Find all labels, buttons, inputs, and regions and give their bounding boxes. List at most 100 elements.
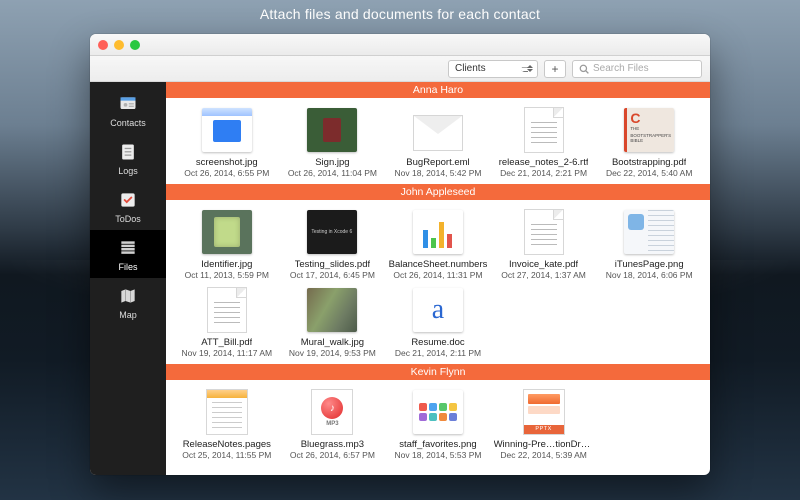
map-icon [117, 285, 139, 307]
file-item[interactable]: Invoice_kate.pdfOct 27, 2014, 1:37 AM [493, 208, 595, 280]
pdf-thumbnail: CTHEBOOTSTRAPPER'S BIBLE [624, 108, 674, 152]
contacts-icon [117, 93, 139, 115]
todos-icon [117, 189, 139, 211]
slides-thumbnail: Testing in Xcode 6 [307, 210, 357, 254]
file-name: BalanceSheet.numbers [389, 259, 488, 270]
sidebar-item-label: Map [119, 310, 137, 320]
sidebar-item-files[interactable]: Files [90, 230, 166, 278]
file-name: Resume.doc [411, 337, 464, 348]
file-item[interactable]: Identifier.jpgOct 11, 2013, 5:59 PM [176, 208, 278, 280]
close-icon[interactable] [98, 40, 108, 50]
toolbar: Clients + Search Files [90, 56, 710, 82]
word-doc-icon: a [413, 288, 463, 332]
audio-icon: ♪MP3 [311, 389, 353, 435]
file-date: Oct 26, 2014, 6:55 PM [184, 168, 269, 178]
pptx-icon: PPTX [523, 389, 565, 435]
document-icon [524, 209, 564, 255]
mail-icon [413, 115, 463, 151]
sidebar-item-label: Logs [118, 166, 138, 176]
file-date: Nov 18, 2014, 6:06 PM [606, 270, 693, 280]
file-item[interactable]: Mural_walk.jpgNov 19, 2014, 9:53 PM [282, 286, 384, 358]
file-name: Winning-Pre…tionDraft.pptx [494, 439, 594, 450]
promo-banner: Attach files and documents for each cont… [0, 0, 800, 28]
file-name: Sign.jpg [315, 157, 349, 168]
search-icon [579, 64, 589, 74]
file-name: BugReport.eml [406, 157, 469, 168]
file-date: Oct 25, 2014, 11:55 PM [182, 450, 271, 460]
file-date: Nov 18, 2014, 5:53 PM [395, 450, 482, 460]
file-name: Bootstrapping.pdf [612, 157, 686, 168]
file-date: Dec 22, 2014, 5:40 AM [606, 168, 692, 178]
sidebar-item-label: Files [118, 262, 137, 272]
file-name: ReleaseNotes.pages [183, 439, 271, 450]
zoom-icon[interactable] [130, 40, 140, 50]
file-item[interactable]: Testing in Xcode 6 Testing_slides.pdfOct … [282, 208, 384, 280]
file-item[interactable]: iTunesPage.pngNov 18, 2014, 6:06 PM [598, 208, 700, 280]
app-window: Clients + Search Files Contacts Logs ToDos… [90, 34, 710, 475]
file-item[interactable]: BugReport.emlNov 18, 2014, 5:42 PM [387, 106, 489, 178]
file-name: staff_favorites.png [399, 439, 476, 450]
photo-thumbnail [202, 210, 252, 254]
file-name: Mural_walk.jpg [301, 337, 364, 348]
contact-section-header: Kevin Flynn [166, 364, 710, 380]
chevron-updown-icon [527, 65, 533, 72]
file-item[interactable]: a Resume.docDec 21, 2014, 2:11 PM [387, 286, 489, 358]
file-date: Oct 26, 2014, 6:57 PM [290, 450, 375, 460]
minimize-icon[interactable] [114, 40, 124, 50]
group-selector[interactable]: Clients [448, 60, 538, 78]
document-icon [524, 107, 564, 153]
file-name: release_notes_2-6.rtf [499, 157, 589, 168]
sidebar-item-label: Contacts [110, 118, 146, 128]
sidebar-item-label: ToDos [115, 214, 141, 224]
sidebar-item-map[interactable]: Map [90, 278, 166, 326]
file-grid: screenshot.jpgOct 26, 2014, 6:55 PMSign.… [166, 98, 710, 184]
group-selector-value: Clients [455, 63, 486, 74]
logs-icon [117, 141, 139, 163]
file-date: Nov 19, 2014, 9:53 PM [289, 348, 376, 358]
file-item[interactable]: Sign.jpgOct 26, 2014, 11:04 PM [282, 106, 384, 178]
file-date: Oct 11, 2013, 5:59 PM [185, 270, 269, 280]
file-item[interactable]: ♪MP3Bluegrass.mp3Oct 26, 2014, 6:57 PM [282, 388, 384, 460]
sidebar-item-logs[interactable]: Logs [90, 134, 166, 182]
file-name: Invoice_kate.pdf [509, 259, 578, 270]
file-content[interactable]: Anna Haroscreenshot.jpgOct 26, 2014, 6:5… [166, 82, 710, 475]
photo-thumbnail [307, 288, 357, 332]
contact-section-header: Anna Haro [166, 82, 710, 98]
file-item[interactable]: ATT_Bill.pdfNov 19, 2014, 11:17 AM [176, 286, 278, 358]
sidebar-item-contacts[interactable]: Contacts [90, 86, 166, 134]
file-item[interactable]: ReleaseNotes.pagesOct 25, 2014, 11:55 PM [176, 388, 278, 460]
file-item[interactable]: CTHEBOOTSTRAPPER'S BIBLE Bootstrapping.pd… [598, 106, 700, 178]
file-date: Oct 26, 2014, 11:04 PM [288, 168, 377, 178]
screenshot-thumbnail [202, 108, 252, 152]
document-icon [207, 287, 247, 333]
file-date: Oct 17, 2014, 6:45 PM [290, 270, 375, 280]
titlebar [90, 34, 710, 56]
spreadsheet-thumbnail [413, 210, 463, 254]
add-button[interactable]: + [544, 60, 566, 78]
file-date: Nov 18, 2014, 5:42 PM [395, 168, 482, 178]
file-grid: ReleaseNotes.pagesOct 25, 2014, 11:55 PM… [166, 380, 710, 466]
file-item[interactable]: PPTXWinning-Pre…tionDraft.pptxDec 22, 20… [493, 388, 595, 460]
plus-icon: + [551, 62, 558, 76]
file-item[interactable]: release_notes_2-6.rtfDec 21, 2014, 2:21 … [493, 106, 595, 178]
file-item[interactable]: staff_favorites.pngNov 18, 2014, 5:53 PM [387, 388, 489, 460]
sidebar-item-todos[interactable]: ToDos [90, 182, 166, 230]
contact-section-header: John Appleseed [166, 184, 710, 200]
file-name: Testing_slides.pdf [295, 259, 371, 270]
file-name: Identifier.jpg [201, 259, 252, 270]
file-date: Dec 21, 2014, 2:21 PM [500, 168, 587, 178]
sidebar: Contacts Logs ToDos Files Map [90, 82, 166, 475]
search-placeholder: Search Files [593, 63, 649, 74]
file-item[interactable]: screenshot.jpgOct 26, 2014, 6:55 PM [176, 106, 278, 178]
file-date: Nov 19, 2014, 11:17 AM [182, 348, 273, 358]
search-input[interactable]: Search Files [572, 60, 702, 78]
file-name: ATT_Bill.pdf [201, 337, 252, 348]
pages-doc-icon [206, 389, 248, 435]
file-date: Oct 26, 2014, 11:31 PM [393, 270, 482, 280]
file-date: Dec 21, 2014, 2:11 PM [395, 348, 481, 358]
file-grid: Identifier.jpgOct 11, 2013, 5:59 PMTesti… [166, 200, 710, 364]
file-date: Oct 27, 2014, 1:37 AM [501, 270, 586, 280]
image-thumbnail [624, 210, 674, 254]
file-name: iTunesPage.png [615, 259, 684, 270]
file-item[interactable]: BalanceSheet.numbersOct 26, 2014, 11:31 … [387, 208, 489, 280]
